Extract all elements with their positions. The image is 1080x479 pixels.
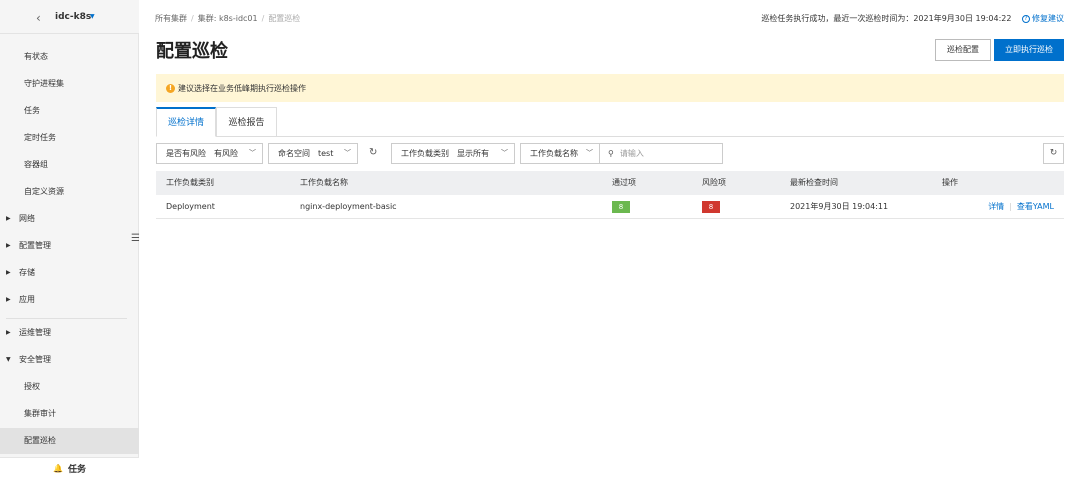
sidebar-group-ops[interactable]: ▶ 运维管理 — [0, 320, 139, 346]
breadcrumb-current: 配置巡检 — [268, 14, 301, 23]
column-header: 通过项 — [612, 178, 636, 187]
fix-suggestion-link[interactable]: ? 修复建议 — [1022, 14, 1064, 23]
caret-right-icon: ▶ — [6, 242, 11, 249]
search-icon: ⚲ — [608, 149, 614, 158]
sidebar-item-config-inspection[interactable]: 配置巡检 — [0, 428, 139, 454]
column-header: 风险项 — [702, 178, 726, 187]
notice-text: 建议选择在业务低峰期执行巡检操作 — [178, 83, 306, 93]
task-bar-label: 任务 — [67, 465, 86, 475]
sidebar: ‹ idc-k8s ▼ 有状态 守护进程集 任务 定时任务 容器组 自定义资源 … — [0, 0, 139, 479]
search-input[interactable]: ⚲ 请输入 — [600, 143, 723, 164]
sidebar-item-custom-resources[interactable]: 自定义资源 — [0, 179, 139, 205]
main-content: 所有集群 / 集群: k8s-idc01/配置巡检 巡检任务执行成功，最近一次巡检时… — [140, 0, 1080, 479]
warning-icon: ! — [166, 83, 175, 93]
caret-right-icon: ▶ — [6, 215, 11, 222]
notice-banner: ! 建议选择在业务低峰期执行巡检操作 — [156, 74, 1064, 102]
caret-right-icon: ▶ — [6, 296, 11, 303]
sidebar-group-security[interactable]: ▼ 安全管理 — [0, 347, 139, 373]
sidebar-group-label: 配置管理 — [19, 241, 51, 250]
bell-icon: 🔔 — [53, 464, 63, 473]
cluster-name: idc-k8s — [55, 12, 92, 22]
column-header: 操作 — [942, 178, 958, 187]
breadcrumb-all-clusters[interactable]: 所有集群 — [155, 14, 187, 23]
inspection-config-button[interactable]: 巡检配置 — [935, 39, 991, 61]
checked-at-cell: 2021年9月30日 19:04:11 — [790, 202, 889, 211]
question-icon: ? — [1022, 14, 1030, 23]
workload-name-cell: nginx-deployment-basic — [300, 202, 397, 211]
column-header: 最新检查时间 — [790, 178, 838, 187]
back-icon[interactable]: ‹ — [36, 11, 41, 25]
run-inspection-button[interactable]: 立即执行巡检 — [994, 39, 1064, 61]
sidebar-divider — [6, 318, 127, 319]
sidebar-item-statefulset[interactable]: 有状态 — [0, 44, 139, 70]
column-header: 工作负载名称 — [300, 178, 348, 187]
caret-down-icon: ▼ — [6, 356, 11, 363]
sidebar-group-label: 运维管理 — [19, 328, 51, 337]
cluster-switcher[interactable]: ‹ idc-k8s ▼ — [0, 0, 139, 34]
app-window: ‹ idc-k8s ▼ 有状态 守护进程集 任务 定时任务 容器组 自定义资源 … — [0, 0, 1080, 479]
caret-right-icon: ▶ — [6, 269, 11, 276]
collapse-sidebar-icon[interactable]: ☰ — [131, 233, 140, 244]
inspection-table: 工作负载类别 工作负载名称 通过项 风险项 最新检查时间 操作 Deployme… — [156, 171, 1064, 219]
table-header: 工作负载类别 工作负载名称 通过项 风险项 最新检查时间 操作 — [156, 171, 1064, 195]
sidebar-group-label: 存储 — [19, 268, 35, 277]
status-text: 巡检任务执行成功，最近一次巡检时间为：2021年9月30日 19:04:22 — [761, 14, 1012, 23]
sidebar-group-storage[interactable]: ▶ 存储 — [0, 260, 139, 286]
chevron-down-icon: ▼ — [90, 13, 95, 20]
sidebar-group-network[interactable]: ▶ 网络 — [0, 206, 139, 232]
sidebar-group-label: 应用 — [19, 295, 35, 304]
sidebar-group-config[interactable]: ▶ 配置管理 — [0, 233, 139, 259]
risk-filter-select[interactable]: 是否有风险 有风险 ﹀ — [156, 143, 263, 164]
row-actions: 详情 | 查看YAML — [988, 202, 1054, 211]
sidebar-group-label: 安全管理 — [19, 355, 51, 364]
sidebar-item-daemonset[interactable]: 守护进程集 — [0, 71, 139, 97]
column-header: 工作负载类别 — [166, 178, 214, 187]
tab-inspection-report[interactable]: 巡检报告 — [216, 107, 277, 137]
risk-count-badge: 8 — [702, 201, 720, 213]
namespace-select[interactable]: 命名空间 test ﹀ — [268, 143, 358, 164]
inspection-status: 巡检任务执行成功，最近一次巡检时间为：2021年9月30日 19:04:22 ?… — [761, 13, 1064, 24]
breadcrumb-cluster[interactable]: 集群: k8s-idc01 — [198, 14, 258, 23]
tab-inspection-details[interactable]: 巡检详情 — [156, 107, 216, 137]
sidebar-item-cronjob[interactable]: 定时任务 — [0, 125, 139, 151]
workload-type-cell: Deployment — [166, 202, 215, 211]
workload-type-select[interactable]: 工作负载类别 显示所有 ﹀ — [391, 143, 515, 164]
sidebar-item-authorization[interactable]: 授权 — [0, 374, 139, 400]
sidebar-item-pods[interactable]: 容器组 — [0, 152, 139, 178]
task-bar[interactable]: 🔔 任务 — [0, 457, 139, 479]
passed-count-badge: 8 — [612, 201, 630, 213]
chevron-down-icon: ﹀ — [586, 149, 593, 157]
chevron-down-icon: ﹀ — [501, 149, 508, 157]
refresh-namespace-icon[interactable]: ↻ — [369, 147, 377, 158]
risk-cell: 8 — [702, 195, 720, 219]
chevron-down-icon: ﹀ — [249, 149, 256, 157]
refresh-button[interactable]: ↻ — [1043, 143, 1064, 164]
chevron-down-icon: ﹀ — [344, 149, 351, 157]
workload-name-field-select[interactable]: 工作负载名称 ﹀ — [520, 143, 600, 164]
caret-right-icon: ▶ — [6, 329, 11, 336]
view-yaml-link[interactable]: 查看YAML — [1017, 202, 1054, 211]
sidebar-item-cluster-audit[interactable]: 集群审计 — [0, 401, 139, 427]
sidebar-item-job[interactable]: 任务 — [0, 98, 139, 124]
passed-cell: 8 — [612, 195, 630, 219]
page-title: 配置巡检 — [156, 41, 228, 62]
sidebar-group-apps[interactable]: ▶ 应用 — [0, 287, 139, 313]
sidebar-group-label: 网络 — [19, 214, 35, 223]
tab-bar: 巡检详情 巡检报告 — [156, 107, 1064, 137]
breadcrumb: 所有集群 / 集群: k8s-idc01/配置巡检 — [155, 14, 301, 23]
table-row: Deployment nginx-deployment-basic 8 8 20… — [156, 195, 1064, 219]
detail-link[interactable]: 详情 — [988, 202, 1004, 211]
